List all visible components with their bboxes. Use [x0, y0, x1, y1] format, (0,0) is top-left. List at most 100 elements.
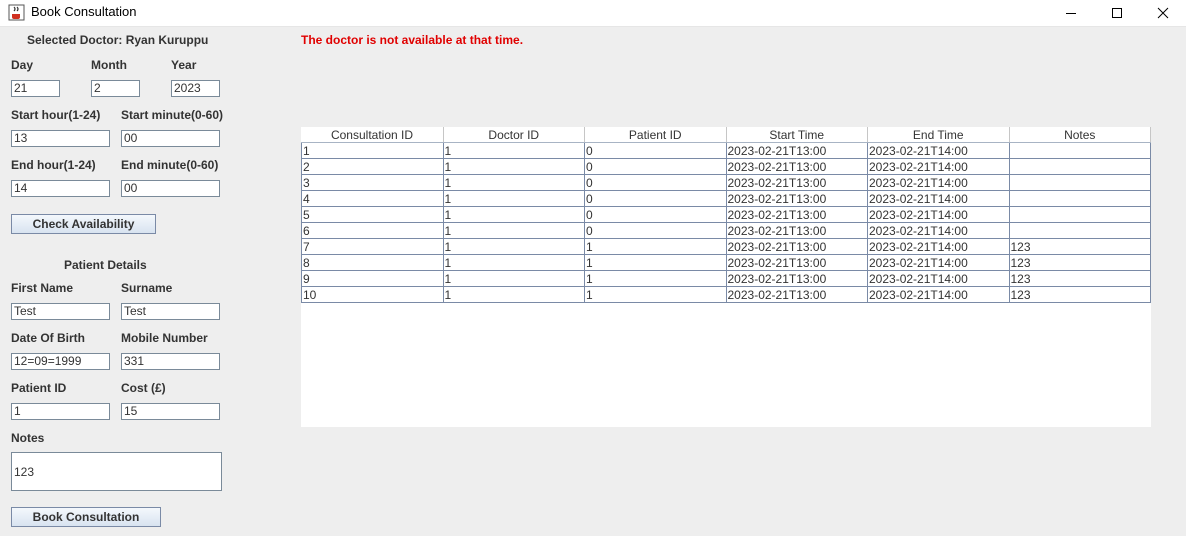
end-hour-input[interactable]: 14	[11, 180, 110, 197]
table-cell[interactable]: 2023-02-21T14:00	[867, 158, 1010, 175]
table-cell[interactable]: 2023-02-21T13:00	[725, 286, 868, 303]
table-cell[interactable]: 2023-02-21T13:00	[725, 174, 868, 191]
table-cell[interactable]	[1008, 206, 1151, 223]
table-cell[interactable]: 2023-02-21T13:00	[725, 142, 868, 159]
start-minute-input[interactable]: 00	[121, 130, 220, 147]
table-cell[interactable]: 1	[584, 254, 727, 271]
start-hour-input[interactable]: 13	[11, 130, 110, 147]
maximize-button[interactable]	[1094, 0, 1140, 26]
table-cell[interactable]: 2023-02-21T13:00	[725, 254, 868, 271]
surname-input[interactable]: Test	[121, 303, 220, 320]
column-header[interactable]: Patient ID	[584, 127, 727, 143]
minimize-button[interactable]	[1048, 0, 1094, 26]
table-cell[interactable]: 10	[301, 286, 444, 303]
table-cell[interactable]: 2023-02-21T14:00	[867, 142, 1010, 159]
table-cell[interactable]: 2023-02-21T14:00	[867, 254, 1010, 271]
column-header[interactable]: Notes	[1009, 127, 1151, 143]
table-cell[interactable]: 2023-02-21T13:00	[725, 206, 868, 223]
table-cell[interactable]: 4	[301, 190, 444, 207]
book-consultation-button[interactable]: Book Consultation	[11, 507, 161, 527]
table-cell[interactable]: 2023-02-21T14:00	[867, 270, 1010, 287]
table-cell[interactable]: 5	[301, 206, 444, 223]
consultations-table-panel[interactable]: Consultation ID Doctor ID Patient ID Sta…	[301, 127, 1151, 427]
table-row[interactable]: 5 1 0 2023-02-21T13:00 2023-02-21T14:00	[301, 206, 1151, 223]
title-bar: Book Consultation	[0, 0, 1186, 27]
table-row[interactable]: 9 1 1 2023-02-21T13:00 2023-02-21T14:00 123	[301, 270, 1151, 287]
year-input[interactable]: 2023	[171, 80, 220, 97]
table-cell[interactable]: 2023-02-21T13:00	[725, 158, 868, 175]
table-cell[interactable]: 1	[442, 206, 585, 223]
table-cell[interactable]: 1	[584, 270, 727, 287]
table-cell[interactable]: 1	[442, 270, 585, 287]
table-cell[interactable]: 1	[442, 286, 585, 303]
table-cell[interactable]: 123	[1008, 270, 1151, 287]
table-cell[interactable]: 1	[442, 142, 585, 159]
patient-id-input[interactable]: 1	[11, 403, 110, 420]
dob-input[interactable]: 12=09=1999	[11, 353, 110, 370]
table-row[interactable]: 8 1 1 2023-02-21T13:00 2023-02-21T14:00 123	[301, 254, 1151, 271]
column-header[interactable]: Consultation ID	[301, 127, 444, 143]
table-cell[interactable]: 2023-02-21T14:00	[867, 206, 1010, 223]
table-cell[interactable]: 123	[1008, 238, 1151, 255]
close-icon	[1157, 7, 1169, 19]
table-row[interactable]: 10 1 1 2023-02-21T13:00 2023-02-21T14:00 123	[301, 286, 1151, 303]
table-cell[interactable]: 2023-02-21T13:00	[725, 270, 868, 287]
table-cell[interactable]: 1	[442, 190, 585, 207]
table-cell[interactable]: 3	[301, 174, 444, 191]
table-cell[interactable]	[1008, 142, 1151, 159]
table-cell[interactable]	[1008, 190, 1151, 207]
table-cell[interactable]: 9	[301, 270, 444, 287]
table-row[interactable]: 1 1 0 2023-02-21T13:00 2023-02-21T14:00	[301, 142, 1151, 159]
table-cell[interactable]: 2	[301, 158, 444, 175]
mobile-input[interactable]: 331	[121, 353, 220, 370]
start-hour-label: Start hour(1-24)	[11, 108, 101, 122]
column-header[interactable]: Doctor ID	[443, 127, 585, 143]
table-cell[interactable]: 2023-02-21T14:00	[867, 190, 1010, 207]
table-cell[interactable]: 1	[442, 254, 585, 271]
table-cell[interactable]: 1	[584, 238, 727, 255]
table-cell[interactable]: 0	[584, 222, 727, 239]
column-header[interactable]: Start Time	[726, 127, 868, 143]
close-button[interactable]	[1140, 0, 1186, 26]
table-cell[interactable]: 2023-02-21T14:00	[867, 238, 1010, 255]
table-cell[interactable]: 0	[584, 142, 727, 159]
maximize-icon	[1112, 8, 1122, 18]
table-row[interactable]: 4 1 0 2023-02-21T13:00 2023-02-21T14:00	[301, 190, 1151, 207]
table-row[interactable]: 3 1 0 2023-02-21T13:00 2023-02-21T14:00	[301, 174, 1151, 191]
table-cell[interactable]: 6	[301, 222, 444, 239]
table-cell[interactable]: 0	[584, 190, 727, 207]
table-cell[interactable]: 2023-02-21T14:00	[867, 222, 1010, 239]
table-cell[interactable]: 2023-02-21T14:00	[867, 174, 1010, 191]
check-availability-button[interactable]: Check Availability	[11, 214, 156, 234]
table-cell[interactable]: 0	[584, 158, 727, 175]
table-cell[interactable]: 2023-02-21T13:00	[725, 222, 868, 239]
cost-input[interactable]: 15	[121, 403, 220, 420]
table-cell[interactable]: 123	[1008, 286, 1151, 303]
table-cell[interactable]: 123	[1008, 254, 1151, 271]
table-cell[interactable]: 2023-02-21T13:00	[725, 238, 868, 255]
table-cell[interactable]: 1	[442, 158, 585, 175]
table-cell[interactable]	[1008, 222, 1151, 239]
table-cell[interactable]: 1	[301, 142, 444, 159]
month-input[interactable]: 2	[91, 80, 140, 97]
table-row[interactable]: 6 1 0 2023-02-21T13:00 2023-02-21T14:00	[301, 222, 1151, 239]
table-cell[interactable]: 0	[584, 174, 727, 191]
table-cell[interactable]: 8	[301, 254, 444, 271]
table-cell[interactable]: 2023-02-21T14:00	[867, 286, 1010, 303]
table-cell[interactable]	[1008, 158, 1151, 175]
day-input[interactable]: 21	[11, 80, 60, 97]
end-minute-input[interactable]: 00	[121, 180, 220, 197]
table-cell[interactable]: 2023-02-21T13:00	[725, 190, 868, 207]
table-cell[interactable]: 7	[301, 238, 444, 255]
table-cell[interactable]: 1	[442, 174, 585, 191]
table-cell[interactable]: 1	[442, 238, 585, 255]
first-name-input[interactable]: Test	[11, 303, 110, 320]
table-cell[interactable]: 0	[584, 206, 727, 223]
table-row[interactable]: 7 1 1 2023-02-21T13:00 2023-02-21T14:00 123	[301, 238, 1151, 255]
table-cell[interactable]: 1	[584, 286, 727, 303]
table-cell[interactable]	[1008, 174, 1151, 191]
column-header[interactable]: End Time	[867, 127, 1010, 143]
table-cell[interactable]: 1	[442, 222, 585, 239]
table-row[interactable]: 2 1 0 2023-02-21T13:00 2023-02-21T14:00	[301, 158, 1151, 175]
notes-textarea[interactable]: 123	[11, 452, 222, 491]
